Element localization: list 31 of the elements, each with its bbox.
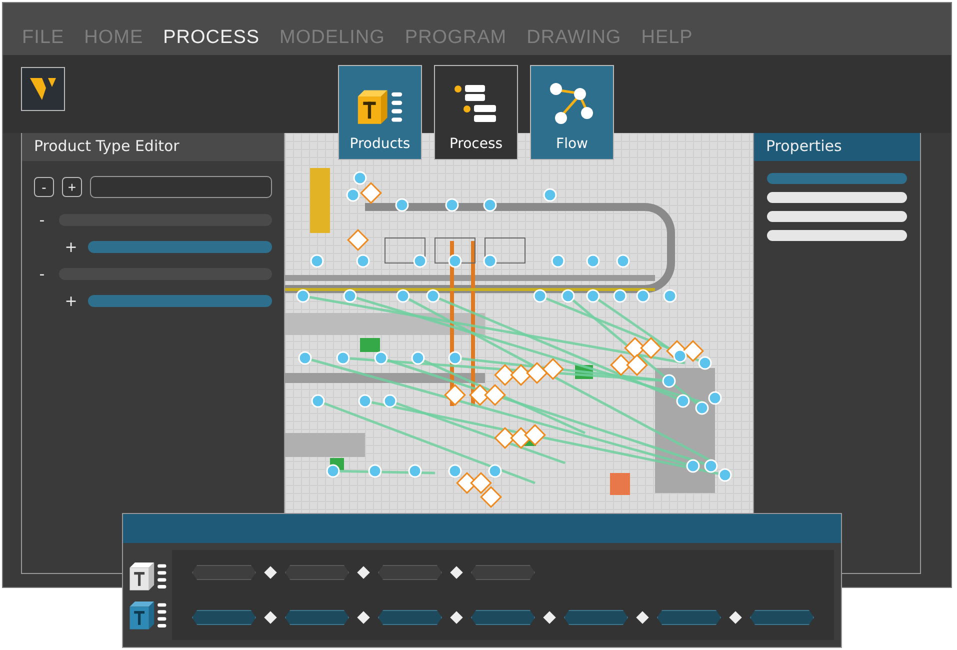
ribbon-button[interactable]: Products [338,65,422,160]
property-row[interactable] [767,211,907,222]
tree-item[interactable] [88,294,272,306]
sequence-step[interactable] [192,565,256,580]
panel-title: Product Type Editor [22,131,284,161]
property-row[interactable] [767,173,907,184]
ribbon-button[interactable]: Process [434,65,518,160]
property-row[interactable] [767,230,907,241]
sequence-step[interactable] [285,610,349,625]
sequence-step[interactable] [564,610,628,625]
sequence-step[interactable] [378,610,442,625]
panel-title: Properties [754,131,920,161]
flow-graph-icon [549,82,595,126]
sequence-step[interactable] [285,565,349,580]
ribbon-button[interactable]: Flow [530,65,614,160]
expand-toggle[interactable]: + [60,292,82,310]
search-field[interactable] [90,176,272,198]
tree-item[interactable] [88,240,272,252]
collapse-toggle[interactable]: - [31,210,53,228]
sequence-step[interactable] [750,610,814,625]
sequence-step[interactable] [378,565,442,580]
collapse-toggle[interactable]: - [31,264,53,282]
sequence-step[interactable] [471,610,535,625]
sequence-step[interactable] [657,610,721,625]
expand-toggle[interactable]: + [60,238,82,256]
property-row[interactable] [767,192,907,203]
tree-toggle-button[interactable]: - [34,177,54,197]
menu-tab[interactable]: PROCESS [163,27,260,49]
tree-toggle-button[interactable]: + [62,177,82,197]
sequence-step[interactable] [471,565,535,580]
sequence-step[interactable] [192,610,256,625]
